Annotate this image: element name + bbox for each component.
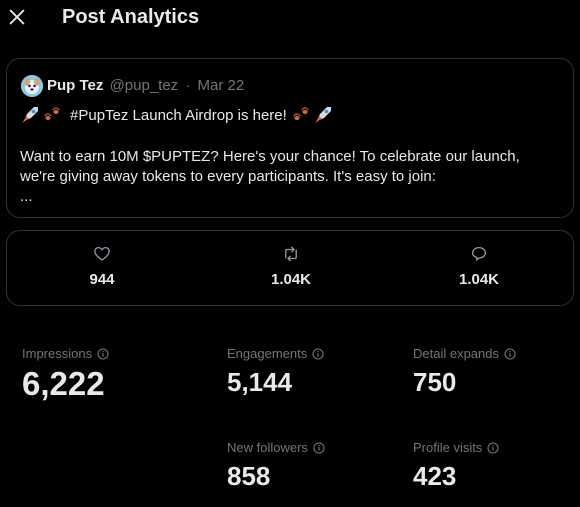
new-followers-label-text: New followers: [227, 440, 308, 455]
impressions-label-text: Impressions: [22, 346, 93, 361]
info-icon[interactable]: [312, 347, 324, 360]
paw-prints-emoji: [291, 105, 311, 125]
reposts-count: 1.04K: [270, 271, 312, 288]
likes-count: 944: [89, 271, 115, 288]
rocket-emoji: [20, 105, 40, 125]
separator-dot: ·: [185, 77, 191, 94]
engagement-stats: 944 1.04K 1.04K: [6, 230, 574, 306]
post-date[interactable]: Mar 22: [198, 77, 245, 94]
replies-stat: 1.04K: [419, 245, 539, 288]
rocket-emoji: [313, 105, 333, 125]
author-name[interactable]: Pup Tez: [47, 77, 103, 94]
impressions-metric: Impressions 6,222: [22, 346, 109, 403]
post-body: Want to earn 10M $PUPTEZ? Here's your ch…: [20, 147, 560, 207]
engagements-label-text: Engagements: [227, 346, 308, 361]
avatar[interactable]: [21, 75, 43, 97]
paw-prints-emoji: [42, 105, 62, 125]
author-handle[interactable]: @pup_tez: [110, 77, 179, 94]
headline-text: #PupTez Launch Airdrop is here!: [70, 106, 287, 124]
engagements-label: Engagements: [227, 346, 324, 361]
likes-stat: 944: [42, 245, 162, 288]
post-body-line: we're giving away tokens to every partic…: [20, 168, 436, 185]
engagements-value: 5,144: [227, 367, 293, 397]
info-icon[interactable]: [313, 441, 325, 454]
heart-icon: [93, 245, 111, 263]
post-body-line: Want to earn 10M $PUPTEZ? Here's your ch…: [20, 148, 520, 165]
impressions-label: Impressions: [22, 346, 109, 361]
replies-count: 1.04K: [458, 271, 500, 288]
quoted-post[interactable]: Pup Tez @pup_tez · Mar 22 #PupTez Launch…: [6, 58, 574, 218]
author-line: Pup Tez @pup_tez · Mar 22: [47, 77, 244, 94]
close-icon[interactable]: [6, 6, 28, 28]
info-icon[interactable]: [504, 347, 516, 360]
detail-expands-label-text: Detail expands: [413, 346, 499, 361]
reposts-stat: 1.04K: [231, 245, 351, 288]
new-followers-value: 858: [227, 461, 271, 491]
profile-visits-label: Profile visits: [413, 440, 499, 455]
page-title: Post Analytics: [62, 6, 200, 28]
repost-icon: [282, 245, 300, 263]
new-followers-label: New followers: [227, 440, 325, 455]
header: Post Analytics: [0, 0, 580, 38]
engagements-metric: Engagements 5,144: [227, 346, 324, 398]
profile-visits-metric: Profile visits 423: [413, 440, 499, 492]
profile-visits-value: 423: [413, 461, 457, 491]
post-body-ellipsis: ...: [20, 188, 33, 205]
new-followers-metric: New followers 858: [227, 440, 325, 492]
detail-expands-metric: Detail expands 750: [413, 346, 516, 398]
detail-expands-value: 750: [413, 367, 457, 397]
post-headline: #PupTez Launch Airdrop is here!: [20, 105, 335, 125]
info-icon[interactable]: [97, 347, 109, 360]
detail-expands-label: Detail expands: [413, 346, 516, 361]
impressions-value: 6,222: [22, 365, 105, 402]
profile-visits-label-text: Profile visits: [413, 440, 483, 455]
info-icon[interactable]: [487, 441, 499, 454]
reply-icon: [470, 245, 488, 263]
